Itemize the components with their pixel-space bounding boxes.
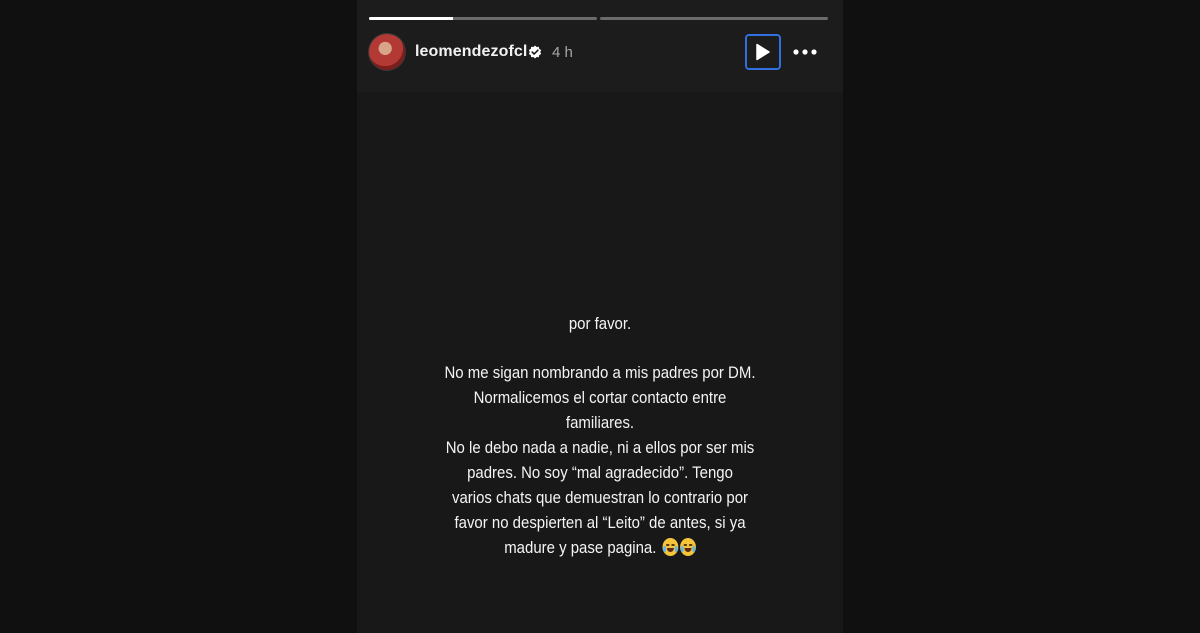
verified-badge-icon: [528, 45, 542, 59]
tears-of-joy-icon: [679, 538, 696, 556]
story-text-line: No me sigan nombrando a mis padres por D…: [444, 363, 756, 382]
play-icon: [756, 43, 770, 61]
story-text-last-line: madure y pase pagina.: [439, 535, 761, 560]
story-text-line: favor no despierten al “Leito” de antes,…: [454, 513, 746, 532]
story-text-line: varios chats que demuestran lo contrario…: [451, 488, 749, 507]
story-progress-fill-1: [369, 17, 454, 20]
story-text: por favor. No me sigan nombrando a mis p…: [439, 311, 761, 560]
play-button[interactable]: [745, 34, 781, 70]
story-text-line: No le debo nada a nadie, ni a ellos por …: [445, 438, 755, 457]
more-icon: [793, 49, 817, 55]
username[interactable]: leomendezofcl: [415, 43, 527, 61]
story-progress-segment-2: [600, 17, 828, 20]
story-text-line: por favor.: [568, 314, 632, 333]
avatar[interactable]: [369, 34, 405, 70]
story-text-spacer: [439, 336, 761, 360]
loudly-crying-face-icon: [662, 538, 679, 556]
more-options-button[interactable]: [791, 40, 819, 64]
story-text-line: padres. No soy “mal agradecido”. Tengo: [467, 463, 733, 482]
story-text-line: familiares.: [565, 413, 635, 432]
story-progress-segment-1: [369, 17, 597, 20]
story-text-line: madure y pase pagina.: [504, 538, 657, 557]
post-time: 4 h: [552, 44, 573, 61]
story-viewer: leomendezofcl 4 h por favor. No me sigan…: [357, 0, 843, 633]
story-text-line: Normalicemos el cortar contacto entre: [473, 388, 727, 407]
page: leomendezofcl 4 h por favor. No me sigan…: [0, 0, 1200, 633]
